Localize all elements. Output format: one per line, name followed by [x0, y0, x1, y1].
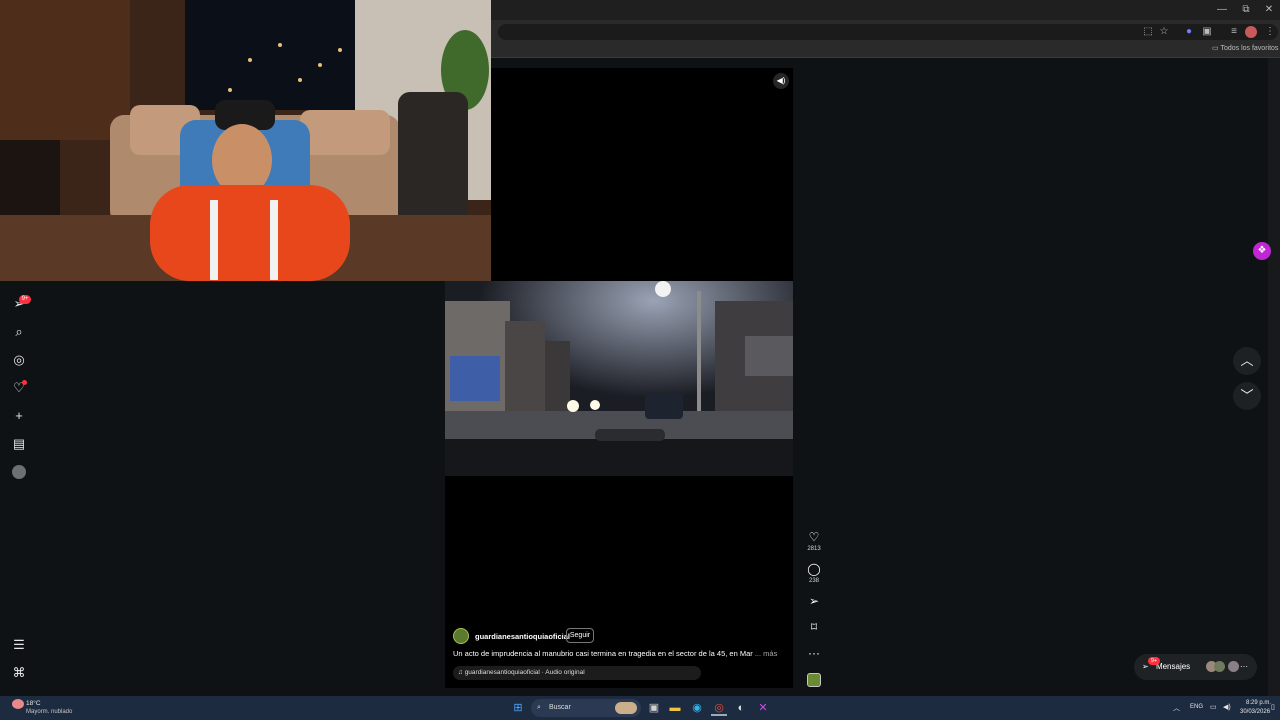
save-bookmark-icon[interactable]: ⌑	[806, 619, 822, 635]
notification-bell-icon[interactable]: ▯	[1271, 703, 1275, 711]
maximize-button[interactable]: ⧉	[1239, 3, 1253, 17]
search-icon[interactable]: ⌕	[10, 323, 28, 341]
messages-paper-plane-icon: ➢	[1142, 662, 1149, 671]
search-icon: ⌕	[537, 704, 541, 711]
profile-avatar[interactable]	[1245, 26, 1257, 38]
reel-top-black	[492, 68, 793, 280]
chrome-browser-icon[interactable]: ◎	[711, 700, 727, 716]
bookmarks-all-favorites[interactable]: ▭ Todos los favoritos	[1212, 44, 1278, 52]
windows-start-icon[interactable]: ⊞	[510, 700, 526, 716]
message-avatar-3	[1228, 661, 1239, 672]
search-highlight-image	[615, 702, 637, 714]
like-count: 2813	[807, 546, 821, 552]
author-username[interactable]: guardianesantioquiaoficial	[475, 632, 570, 641]
music-note-icon: ♫	[458, 669, 465, 676]
caption-more-link[interactable]: ... más	[755, 649, 778, 658]
app-x-icon[interactable]: ✕	[755, 700, 771, 716]
media-controls-icon[interactable]: ≡	[1228, 26, 1240, 38]
search-placeholder: Buscar	[549, 704, 571, 711]
message-avatar-2	[1214, 661, 1225, 672]
input-language[interactable]: ENG	[1190, 704, 1203, 710]
webcam-overlay	[0, 0, 491, 281]
messages-label: Mensajes	[1155, 662, 1191, 671]
weather-temp[interactable]: 18°C	[26, 700, 41, 707]
author-avatar[interactable]	[453, 628, 469, 644]
floating-extension-icon[interactable]: ❖	[1253, 242, 1271, 260]
close-button[interactable]: ✕	[1262, 3, 1276, 17]
volume-icon[interactable]: ◀)	[1223, 703, 1231, 711]
extension-icon[interactable]: ●	[1183, 26, 1195, 38]
comment-count: 238	[808, 578, 819, 584]
audio-label: guardianesantioquiaoficial · Audio origi…	[464, 669, 585, 676]
taskbar-search[interactable]: ⌕ Buscar	[531, 699, 641, 717]
like-heart-icon[interactable]: ♡	[806, 529, 822, 545]
more-options-icon[interactable]: ···	[806, 645, 822, 661]
threads-apps-icon[interactable]: ⌘	[10, 664, 28, 682]
menu-hamburger-icon[interactable]: ☰	[10, 636, 28, 654]
install-app-icon[interactable]: ⬚	[1142, 26, 1154, 38]
clock-time[interactable]: 8:29 p.m.	[1246, 700, 1271, 706]
tray-chevron-up-icon[interactable]: ︿	[1173, 703, 1180, 713]
follow-button[interactable]: Seguir	[566, 628, 594, 643]
notification-dot	[22, 380, 27, 385]
folder-icon: ▭	[1212, 45, 1219, 52]
mute-toggle-icon[interactable]: ◀)	[773, 73, 789, 89]
weather-cloud-icon	[12, 699, 24, 709]
edge-browser-icon[interactable]: ◉	[689, 700, 705, 716]
profile-avatar-nav[interactable]	[12, 465, 26, 479]
page-scrollbar[interactable]	[1268, 58, 1280, 696]
extensions-puzzle-icon[interactable]: ▣	[1201, 26, 1213, 38]
obs-app-icon[interactable]: ◐	[733, 700, 749, 716]
comment-bubble-icon[interactable]: ◯	[806, 561, 822, 577]
dashboard-chart-icon[interactable]: ▤	[10, 435, 28, 453]
previous-reel-chevron-up-icon[interactable]: ︿	[1233, 347, 1261, 375]
file-explorer-icon[interactable]: ▬	[667, 700, 683, 716]
notification-badge: 9+	[19, 295, 31, 304]
messages-badge: 9+	[1148, 657, 1160, 665]
next-reel-chevron-down-icon[interactable]: ﹀	[1233, 382, 1261, 410]
explore-compass-icon[interactable]: ◎	[10, 351, 28, 369]
bookmarks-all-favorites-label: Todos los favoritos	[1220, 45, 1279, 52]
streamer-room-scene	[0, 0, 491, 281]
post-caption: Un acto de imprudencia al manubrio casi …	[453, 649, 777, 658]
browser-menu-icon[interactable]: ⋮	[1264, 26, 1276, 38]
weather-desc[interactable]: Mayorm. nublado	[26, 709, 72, 715]
clock-date[interactable]: 30/03/2026	[1240, 709, 1270, 715]
night-street-scene	[445, 281, 793, 476]
audio-thumbnail[interactable]	[807, 673, 821, 687]
bookmark-star-icon[interactable]: ☆	[1158, 26, 1170, 38]
audio-link[interactable]: ♫ guardianesantioquiaoficial · Audio ori…	[453, 666, 701, 680]
create-plus-icon[interactable]: +	[10, 407, 28, 425]
reel-video-frame[interactable]	[445, 281, 793, 476]
share-paper-plane-icon[interactable]: ➢	[806, 593, 822, 609]
task-view-icon[interactable]: ▣	[646, 700, 662, 716]
network-icon[interactable]: ▭	[1210, 703, 1217, 711]
minimize-button[interactable]: —	[1215, 3, 1229, 17]
message-more-icon: ···	[1240, 662, 1248, 671]
messages-button[interactable]: ➢ 9+ Mensajes ···	[1134, 654, 1257, 680]
caption-text: Un acto de imprudencia al manubrio casi …	[453, 649, 753, 658]
